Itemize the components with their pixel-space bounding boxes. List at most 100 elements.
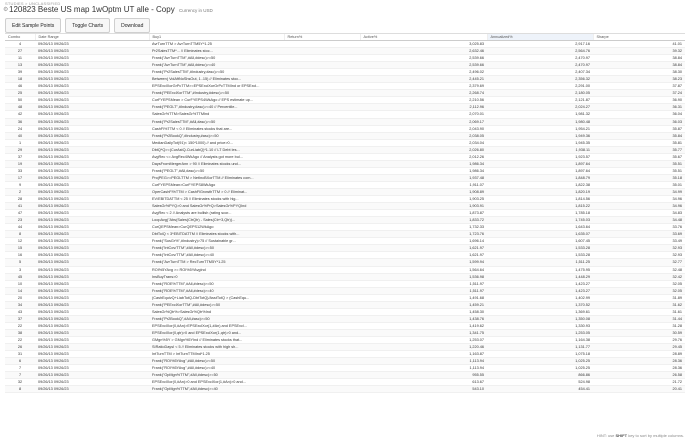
table-row[interactable]: 47 09/26/13 09/26/23 AvgRec < 2 // Analyst…	[5, 209, 685, 218]
table-row[interactable]: 6 09/26/13 09/26/23 Frank("ROI%5YAvg",#All…	[5, 357, 685, 366]
table-row[interactable]: 13 09/26/13 09/26/23 Frank("AvrTurnTTM",#A…	[5, 61, 685, 70]
cell-combo: 20	[5, 294, 35, 302]
cell-active: 2,407.34	[487, 68, 593, 77]
table-row[interactable]: 14 09/26/13 09/26/23 Frank("ROE%TTM",#All,…	[5, 287, 685, 295]
table-row[interactable]: 48 09/26/13 09/26/23 Frank("PEGLT",#Indust…	[5, 103, 685, 112]
table-row[interactable]: 18 09/26/13 09/26/23 Between( VolAftNoShsO…	[5, 75, 685, 84]
cell-annualized: 33.49	[593, 237, 685, 246]
table-row[interactable]: 8 09/26/13 09/26/23 DbtToiQ < 3*EBITDATTM …	[5, 230, 685, 239]
table-row[interactable]: 43 09/26/13 09/26/23 SalesGr%Qtr%>SalesGr%…	[5, 308, 685, 316]
hint-key: SHIFT	[615, 433, 628, 438]
table-row[interactable]: 20 09/26/13 09/26/23 (CashEquivQ+LiabTotQ-…	[5, 294, 685, 302]
table-row[interactable]: 27 09/26/13 09/26/23 Pr2SalesTTM*... // El…	[5, 47, 685, 56]
table-row[interactable]: 46 09/26/13 09/26/23 EPSExclXorGrPcTTM>=EP…	[5, 82, 685, 91]
table-row[interactable]: 7 09/26/13 09/26/23 Frank("OpMgn%TTM",#All…	[5, 371, 685, 380]
table-row[interactable]: 15 09/26/13 09/26/23 Frank("IntCov/TTM",#A…	[5, 244, 685, 253]
cell-annualized: 34.48	[593, 216, 685, 225]
cell-date-range: 09/26/13 09/26/23	[35, 223, 149, 232]
cell-active: 1,848.79	[487, 174, 593, 182]
table-row[interactable]: 12 09/26/13 09/26/23 Frank("SusGr%",#Indus…	[5, 237, 685, 246]
table-row[interactable]: 29 09/26/13 09/26/23 DbtQ*Q>=(CurAstQ-CurL…	[5, 146, 685, 154]
cell-buy1: Frank("Pr2BookQ",#All,#asc)>=50	[149, 315, 284, 323]
cell-spacer	[284, 103, 360, 112]
cell-date-range: 09/26/13 09/26/23	[35, 237, 149, 246]
table-row[interactable]: 26 09/26/13 09/26/23 SIRatioDaysI < 5 // E…	[5, 343, 685, 352]
table-row[interactable]: 10 09/26/13 09/26/23 Frank("ROE%TTM",#All,…	[5, 280, 685, 288]
cell-combo: 4	[5, 40, 35, 49]
cell-return: 1,732.33	[360, 223, 487, 232]
table-row[interactable]: 22 09/26/13 09/26/23 EPSExclXor(0,#An)>EPS…	[5, 322, 685, 330]
download-button[interactable]: Download	[114, 18, 151, 33]
table-row[interactable]: 32 09/26/13 09/26/23 EPSExclXor(0,#An)>0 a…	[5, 378, 685, 387]
cell-date-range: 09/26/13 09/26/23	[35, 336, 149, 345]
cell-spacer	[284, 188, 360, 197]
table-row[interactable]: 38 09/26/13 09/26/23 EPSExclXor(0,qtr)>0 a…	[5, 329, 685, 337]
cell-spacer	[284, 223, 360, 232]
cell-combo: 5	[5, 258, 35, 267]
cell-annualized: 31.28	[593, 322, 685, 330]
cell-buy1: ROI%5YAvg >= ROI%5YAvgInd	[149, 266, 284, 274]
cell-annualized: 28.89	[593, 350, 685, 359]
table-row[interactable]: 36 09/26/13 09/26/23 Frank("Pr2SalesTTM",#…	[5, 118, 685, 126]
table-row[interactable]: 28 09/26/13 09/26/23 EV/EBITDATTM < 25 // …	[5, 195, 685, 204]
cell-active: 1,330.93	[487, 322, 593, 330]
cell-active: 2,470.97	[487, 54, 593, 63]
table-row[interactable]: 2 09/26/13 09/26/23 OperCashFl%TTM > CashF…	[5, 188, 685, 197]
cell-combo: 1	[5, 139, 35, 147]
cell-active: 524.98	[487, 378, 593, 387]
cell-spacer	[284, 329, 360, 337]
table-row[interactable]: 40 09/26/13 09/26/23 Frank("Pr2BookQ",#Ind…	[5, 132, 685, 140]
table-row[interactable]: 25 09/26/13 09/26/23 Frank("PEExclXorTTM",…	[5, 89, 685, 98]
table-row[interactable]: 4 09/26/13 09/26/23 AvrTurnTTM > AvrTurnTT…	[5, 40, 685, 49]
table-row[interactable]: 37 09/26/13 09/26/23 AvgRec <= AvgRec4WkAg…	[5, 153, 685, 161]
cell-annualized: 32.48	[593, 266, 685, 274]
table-row[interactable]: 37 09/26/13 09/26/23 Frank("Pr2BookQ",#All…	[5, 315, 685, 323]
cell-active: 1,475.95	[487, 266, 593, 274]
table-row[interactable]: 44 09/26/13 09/26/23 CurQEPSMean>CurQEPS12…	[5, 223, 685, 232]
cell-combo: 37	[5, 153, 35, 161]
table-row[interactable]: 23 09/26/13 09/26/23 LoopAvg("Abs(Sales(Ct…	[5, 216, 685, 225]
table-row[interactable]: 17 09/26/13 09/26/23 ProjPEG>=PEGLTTM > Ne…	[5, 174, 685, 182]
cell-spacer	[284, 195, 360, 204]
cell-spacer	[284, 160, 360, 168]
cell-date-range: 09/26/13 09/26/23	[35, 82, 149, 91]
edit-sample-points-button[interactable]: Edit Sample Points	[5, 18, 62, 33]
toggle-charts-button[interactable]: Toggle Charts	[65, 18, 111, 33]
cell-active: 1,131.77	[487, 343, 593, 352]
cell-annualized: 32.77	[593, 258, 685, 267]
hint-prefix: HINT: use	[596, 433, 616, 438]
table-row[interactable]: 22 09/26/13 09/26/23 GMgn%5Y > GMgn%5YInd …	[5, 336, 685, 345]
cell-return: 1,253.07	[360, 336, 487, 345]
table-row[interactable]: 39 09/26/13 09/26/23 Frank("Pr2SalesTTM",#…	[5, 68, 685, 77]
table-row[interactable]: 34 09/26/13 09/26/23 Frank("PEExclXorTTM",…	[5, 301, 685, 309]
table-row[interactable]: 7 09/26/13 09/26/23 Frank("ROI%5YAvg",#All…	[5, 364, 685, 373]
table-row[interactable]: 33 09/26/13 09/26/23 Frank("PEGLT",#All,#a…	[5, 167, 685, 175]
cell-buy1: DbtToiQ < 3*EBITDATTM // Eliminates stoc…	[149, 230, 284, 239]
cell-annualized: 35.01	[593, 181, 685, 189]
cell-return: 1,986.34	[360, 167, 487, 175]
cell-buy1: AvgRec <= AvgRec4WkAgo // Analysts got m…	[149, 153, 284, 161]
table-row[interactable]: 1 09/26/13 09/26/23 MedianDailyTot(91)< 15…	[5, 139, 685, 147]
table-row[interactable]: 8 09/26/13 09/26/23 Frank("OpMgn%TTM",#All…	[5, 385, 685, 394]
cell-return: 1,459.21	[360, 301, 487, 309]
table-row[interactable]: 19 09/26/13 09/26/23 DaysFromMergerAnn > 9…	[5, 160, 685, 168]
table-row[interactable]: 3 09/26/13 09/26/23 ROI%5YAvg >= ROI%5YAvg…	[5, 266, 685, 274]
table-row[interactable]: 45 09/26/13 09/26/23 InsBuyTrans>0 1,536.98…	[5, 273, 685, 281]
cell-combo: 22	[5, 336, 35, 345]
table-row[interactable]: 5 09/26/13 09/26/23 Frank("AvrTurnTTM > Re…	[5, 258, 685, 267]
cell-date-range: 09/26/13 09/26/23	[35, 230, 149, 239]
table-row[interactable]: 24 09/26/13 09/26/23 CashFl%TTM < 0 // Eli…	[5, 125, 685, 133]
cell-combo: 45	[5, 273, 35, 281]
cell-annualized: 28.36	[593, 357, 685, 366]
cell-spacer	[284, 258, 360, 267]
cell-buy1: Frank("ROE%TTM",#All,#desc)>=50	[149, 280, 284, 288]
cell-return: 2,034.04	[360, 139, 487, 147]
table-row[interactable]: 50 09/26/13 09/26/23 CurFYEPSMean > CurFYE…	[5, 96, 685, 105]
table-row[interactable]: 31 09/26/13 09/26/23 IntTurnTTM > IntTurnT…	[5, 350, 685, 359]
table-row[interactable]: 42 09/26/13 09/26/23 SalesGr%TTM>SalesGr%T…	[5, 110, 685, 119]
cell-date-range: 09/26/13 09/26/23	[35, 371, 149, 380]
table-row[interactable]: 41 09/26/13 09/26/23 SalesGr%PYQ>0 and Sal…	[5, 202, 685, 211]
table-row[interactable]: 16 09/26/13 09/26/23 Frank("IntCov/TTM",#A…	[5, 251, 685, 260]
table-row[interactable]: 9 09/26/13 09/26/23 CurFYEPSMean>CurFYEPS8…	[5, 181, 685, 189]
table-row[interactable]: 11 09/26/13 09/26/23 Frank("AvrTurnTTM",#A…	[5, 54, 685, 63]
